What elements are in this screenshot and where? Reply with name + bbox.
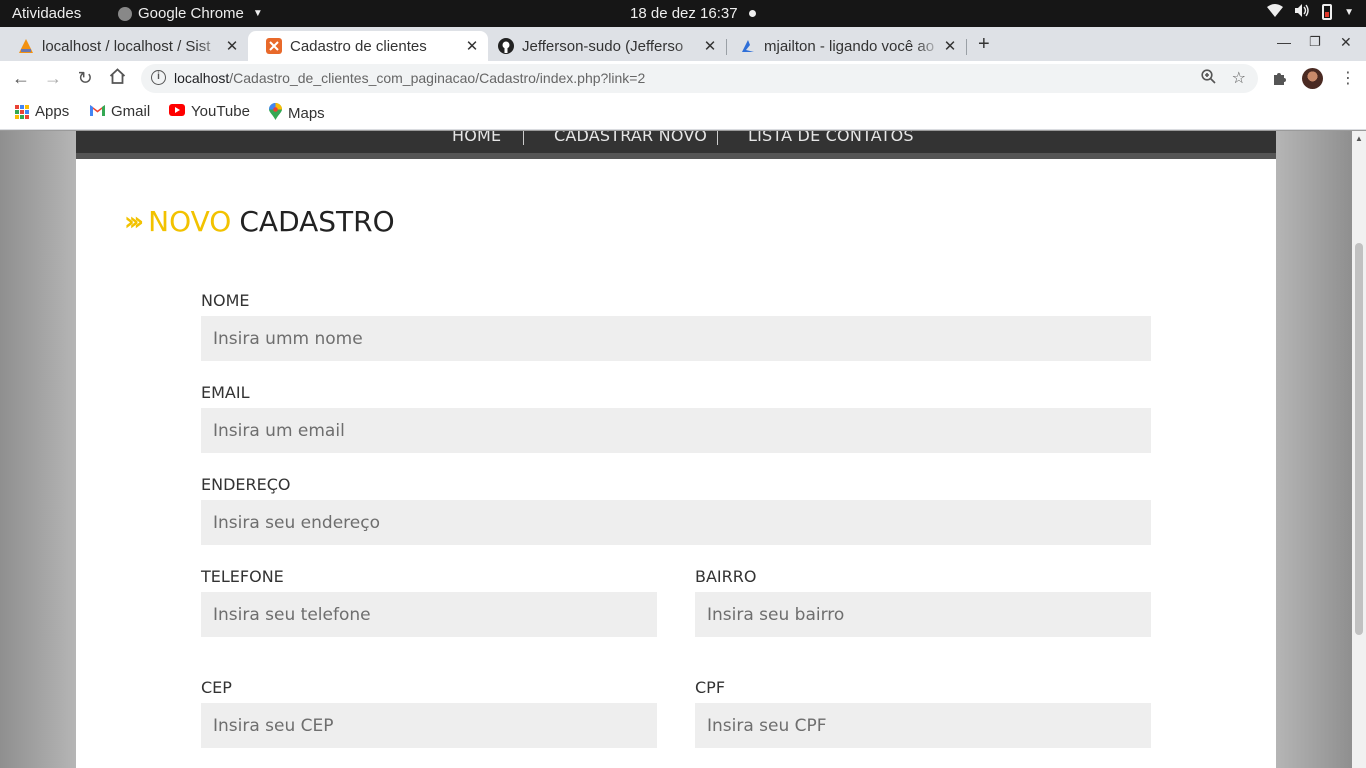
telefone-label: TELEFONE [201,567,284,586]
nav-cadastrar-novo-link[interactable]: CADASTRAR NOVO [554,131,707,145]
nome-input[interactable] [201,316,1151,361]
bookmark-apps[interactable]: Apps [15,103,69,120]
tab-strip: localhost / localhost / Sist ✕ Cadastro … [0,27,1366,61]
tab-title: Cadastro de clientes [290,37,427,55]
system-top-bar: Atividades Google Chrome ▼ 18 de dez 16:… [0,0,1366,27]
nav-lista-contatos-link[interactable]: LISTA DE CONTATOS [748,131,914,145]
page-title: ››› NOVO CADASTRO [124,205,395,238]
page-container: HOME CADASTRAR NOVO LISTA DE CONTATOS ››… [76,131,1276,768]
bookmark-youtube[interactable]: YouTube [169,103,250,120]
chrome-icon [118,6,132,21]
zoom-icon[interactable] [1201,69,1216,88]
url-host: localhost [174,70,230,86]
restore-window-icon[interactable]: ❐ [1309,34,1321,50]
telefone-input[interactable] [201,592,657,637]
phpmyadmin-favicon-icon [18,38,34,54]
bookmark-label: Maps [288,105,325,122]
bookmark-label: Apps [35,103,70,120]
app-menu[interactable]: Google Chrome ▼ [118,5,263,22]
bookmark-gmail[interactable]: Gmail [90,103,150,120]
tab-mjailton[interactable]: mjailton - ligando você ao ✕ [726,31,967,61]
new-tab-plus-icon[interactable]: + [978,33,990,56]
close-tab-icon[interactable]: ✕ [464,37,480,55]
bairro-label: BAIRRO [695,567,757,586]
browser-toolbar: ← → ↻ i localhost/Cadastro_de_clientes_c… [0,61,1366,97]
maps-pin-icon [269,103,282,124]
home-icon[interactable] [106,68,128,89]
scroll-up-arrow-icon[interactable]: ▲ [1355,134,1363,143]
bookmarks-bar: Apps Gmail YouTube Maps [0,97,1366,130]
reload-icon[interactable]: ↻ [74,68,96,89]
address-bar[interactable]: i localhost/Cadastro_de_clientes_com_pag… [141,64,1258,93]
email-label: EMAIL [201,383,250,402]
tab-cadastro[interactable]: Cadastro de clientes ✕ [248,31,488,61]
tab-title: mjailton - ligando você ao [764,37,935,55]
close-tab-icon[interactable]: ✕ [224,37,240,55]
caret-down-icon: ▼ [252,8,263,19]
tab-separator [966,39,967,55]
nav-home-link[interactable]: HOME [452,131,501,145]
apps-grid-icon [15,104,29,119]
double-chevron-right-icon: ››› [124,206,144,237]
cep-label: CEP [201,678,232,697]
nav-divider [523,131,524,145]
nome-label: NOME [201,291,250,310]
endereco-label: ENDEREÇO [201,475,291,494]
page-title-main: CADASTRO [239,205,395,238]
tab-title: Jefferson-sudo (Jefferso [522,37,684,55]
volume-icon [1295,4,1310,20]
close-tab-icon[interactable]: ✕ [702,37,718,55]
youtube-icon [169,103,185,120]
forward-arrow-icon[interactable]: → [42,68,64,89]
back-arrow-icon[interactable]: ← [10,68,32,89]
bookmark-label: Gmail [111,103,151,120]
clock[interactable]: 18 de dez 16:37 [630,5,738,22]
chevron-down-icon: ▼ [1344,6,1354,18]
tab-phpmyadmin[interactable]: localhost / localhost / Sist ✕ [0,31,248,61]
nav-divider [717,131,718,145]
app-menu-label: Google Chrome [138,5,244,22]
extensions-puzzle-icon[interactable] [1272,70,1288,91]
tab-title: localhost / localhost / Sist [42,37,211,55]
endereco-input[interactable] [201,500,1151,545]
page-scrollbar[interactable]: ▲ [1352,131,1366,768]
github-icon [498,38,514,54]
xampp-favicon-icon [266,38,282,54]
profile-avatar[interactable] [1302,68,1323,89]
url-text[interactable]: localhost/Cadastro_de_clientes_com_pagin… [174,70,645,86]
cep-input[interactable] [201,703,657,748]
battery-icon [1322,4,1333,20]
cpf-input[interactable] [695,703,1151,748]
bookmark-maps[interactable]: Maps [269,103,325,124]
site-info-icon[interactable]: i [151,70,166,85]
url-path: /Cadastro_de_clientes_com_paginacao/Cada… [229,70,646,86]
wifi-icon [1267,4,1284,20]
more-menu-icon[interactable]: ⋮ [1340,68,1356,88]
close-window-icon[interactable]: ✕ [1340,34,1352,51]
scrollbar-thumb[interactable] [1355,243,1363,635]
bairro-input[interactable] [695,592,1151,637]
close-tab-icon[interactable]: ✕ [942,37,958,55]
minimize-window-icon[interactable]: — [1277,34,1291,50]
system-tray[interactable]: ▼ [1267,4,1354,20]
notification-dot [749,10,756,17]
tab-github[interactable]: Jefferson-sudo (Jefferso ✕ [488,31,727,61]
bookmark-star-icon[interactable]: ☆ [1232,68,1246,88]
email-input[interactable] [201,408,1151,453]
page-title-accent: NOVO [148,205,232,238]
page-viewport: HOME CADASTRAR NOVO LISTA DE CONTATOS ››… [0,131,1352,768]
activities-button[interactable]: Atividades [12,5,81,22]
bookmark-label: YouTube [191,103,250,120]
azure-devops-icon [740,38,756,54]
cpf-label: CPF [695,678,726,697]
gmail-icon [90,103,105,120]
site-navbar: HOME CADASTRAR NOVO LISTA DE CONTATOS [76,131,1276,159]
